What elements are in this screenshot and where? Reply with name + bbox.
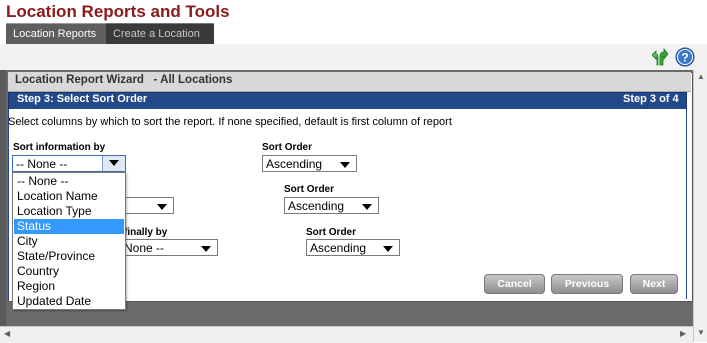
horizontal-scrollbar[interactable]: ◀ ▶: [0, 326, 693, 343]
sort3-value: None --: [124, 241, 165, 255]
scroll-up-icon[interactable]: ▲: [697, 72, 705, 81]
dropdown-option[interactable]: Location Name: [14, 189, 124, 204]
svg-text:?: ?: [681, 51, 688, 65]
scroll-right-icon[interactable]: ▶: [680, 329, 686, 338]
previous-button[interactable]: Previous: [551, 274, 623, 294]
chevron-down-icon: [340, 162, 350, 168]
chevron-down-icon: [362, 204, 372, 210]
help-icon[interactable]: ?: [675, 47, 695, 67]
dropdown-option[interactable]: Country: [14, 264, 124, 279]
sort1-order-value: Ascending: [266, 157, 323, 171]
dropdown-button[interactable]: [102, 156, 125, 171]
sort3-order-select[interactable]: Ascending: [306, 239, 400, 256]
sort1-select[interactable]: -- None --: [12, 155, 126, 172]
dropdown-option[interactable]: Region: [14, 279, 124, 294]
sort1-label: Sort information by: [13, 142, 106, 153]
step-counter: Step 3 of 4: [623, 93, 679, 105]
tab-location-reports[interactable]: Location Reports: [6, 23, 110, 45]
cancel-button[interactable]: Cancel: [484, 274, 545, 294]
refresh-arrow-icon[interactable]: [651, 47, 669, 66]
instructions-text: Select columns by which to sort the repo…: [8, 116, 452, 128]
dropdown-option[interactable]: City: [14, 234, 124, 249]
step-title: Step 3: Select Sort Order: [17, 93, 148, 105]
dropdown-option[interactable]: Updated Date: [14, 294, 124, 309]
sort3-order-label: Sort Order: [306, 227, 357, 238]
vertical-scrollbar[interactable]: ▲ ▼: [693, 70, 707, 342]
sort3-label: finally by: [124, 227, 168, 238]
next-button[interactable]: Next: [630, 274, 678, 294]
sort1-value: -- None --: [16, 157, 68, 171]
wizard-title: Location Report Wizard - All Locations: [15, 74, 233, 86]
chevron-down-icon: [201, 246, 211, 252]
sort1-order-label: Sort Order: [262, 142, 313, 153]
chevron-down-icon: [109, 160, 119, 166]
sort3-select[interactable]: None --: [120, 239, 218, 256]
sort2-select[interactable]: [120, 197, 174, 214]
page-title: Location Reports and Tools: [6, 2, 230, 21]
dropdown-option[interactable]: Location Type: [14, 204, 124, 219]
chevron-down-icon: [383, 246, 393, 252]
dropdown-option-selected[interactable]: Status: [14, 219, 124, 234]
sort1-order-select[interactable]: Ascending: [262, 155, 357, 172]
toolbar-strip: [0, 44, 707, 70]
sort1-dropdown-list[interactable]: -- None -- Location Name Location Type S…: [12, 172, 126, 310]
sort2-order-select[interactable]: Ascending: [284, 197, 379, 214]
scroll-down-icon[interactable]: ▼: [697, 328, 705, 337]
dropdown-option[interactable]: -- None --: [14, 174, 124, 189]
chevron-down-icon: [157, 204, 167, 210]
dropdown-option[interactable]: State/Province: [14, 249, 124, 264]
tab-create-location[interactable]: Create a Location: [106, 23, 214, 45]
scroll-left-icon[interactable]: ◀: [4, 329, 10, 338]
sort3-order-value: Ascending: [310, 241, 367, 255]
sort2-order-label: Sort Order: [284, 184, 335, 195]
sort2-order-value: Ascending: [288, 199, 345, 213]
